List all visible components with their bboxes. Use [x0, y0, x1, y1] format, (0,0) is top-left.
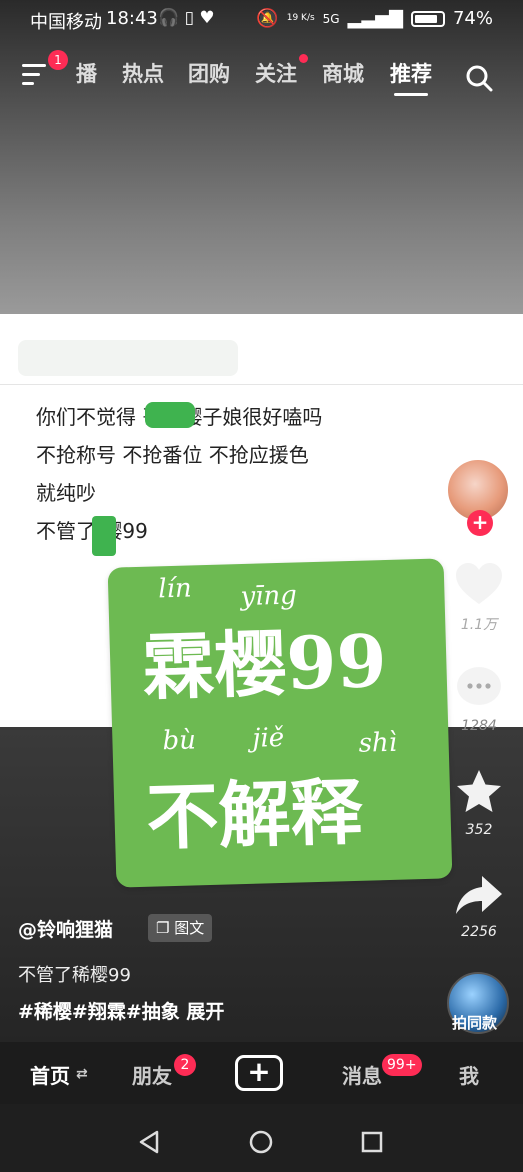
- post-line: 就纯吵: [36, 481, 96, 505]
- mute-icon: 🔕: [256, 8, 279, 29]
- friends-badge: 2: [174, 1054, 196, 1076]
- battery-percent: 74%: [452, 8, 493, 29]
- star-icon[interactable]: [452, 766, 506, 820]
- heart-icon[interactable]: [452, 558, 506, 612]
- share-icon[interactable]: [452, 868, 506, 922]
- divider: [0, 384, 523, 385]
- top-nav: 1 播 热点 团购 关注 商城 推荐: [0, 48, 523, 104]
- sticker-image: lín yīng 霖樱99 bù jiě shì 不解释: [107, 558, 453, 888]
- carrier-label: 中国移动: [30, 12, 102, 33]
- recents-icon[interactable]: [361, 1131, 383, 1153]
- hashtags[interactable]: #稀樱#翔霖#抽象 展开: [18, 997, 224, 1024]
- post-line: 不抢称号 不抢番位 不抢应援色: [36, 443, 309, 467]
- same-style-label[interactable]: 拍同款: [452, 1012, 497, 1033]
- battery-icon: [410, 10, 445, 27]
- censor-mark: [92, 516, 116, 556]
- card-header: [18, 340, 238, 376]
- signal-icon: ▂▃▅▇: [347, 8, 403, 29]
- back-icon[interactable]: [138, 1130, 160, 1154]
- system-nav-bar: [0, 1104, 523, 1172]
- network-type: 5G: [322, 11, 340, 26]
- sticker-pinyin: jiě: [252, 722, 285, 754]
- favorites-count: 352: [465, 822, 493, 838]
- refresh-icon: ⇄: [76, 1066, 88, 1082]
- sticker-pinyin: shì: [358, 727, 398, 759]
- post-type-badge: ❐ 图文: [148, 914, 213, 942]
- tab-following[interactable]: 关注: [255, 58, 297, 88]
- sticker-pinyin: bù: [162, 725, 197, 757]
- nav-me[interactable]: 我: [459, 1060, 479, 1089]
- image-text-icon: ❐: [156, 919, 170, 937]
- headphone-icon: 🎧 ▯ ♥: [158, 8, 215, 28]
- likes-count: 1.1万: [460, 617, 498, 633]
- bottom-nav: 首页 ⇄ 朋友 2 + 消息 99+ 我: [0, 1042, 523, 1104]
- nav-home[interactable]: 首页: [30, 1060, 70, 1089]
- status-indicators: 🔕 19 K/s 5G ▂▃▅▇ 74%: [256, 8, 493, 29]
- sticker-text: 不解释: [145, 768, 364, 860]
- clock-time: 18:43: [106, 8, 158, 29]
- post-type-label: 图文: [174, 919, 205, 937]
- tab-recommended[interactable]: 推荐: [390, 58, 432, 96]
- comments-count: 1284: [461, 718, 497, 734]
- menu-badge: 1: [48, 50, 68, 70]
- tab-mall[interactable]: 商城: [322, 58, 364, 88]
- shares-count: 2256: [461, 924, 497, 940]
- nav-messages[interactable]: 消息: [342, 1060, 382, 1089]
- post-line: 不管了 樱99: [36, 519, 148, 543]
- sticker-pinyin: lín: [157, 573, 193, 605]
- censor-mark: [145, 402, 195, 428]
- tab-hot[interactable]: 热点: [122, 58, 164, 88]
- tab-live[interactable]: 播: [76, 58, 97, 88]
- menu-icon[interactable]: [22, 64, 46, 85]
- nav-friends[interactable]: 朋友: [132, 1060, 172, 1089]
- network-speed: 19 K/s: [286, 13, 315, 23]
- caption-text: 不管了稀樱99: [18, 965, 131, 986]
- tab-group-buy[interactable]: 团购: [188, 58, 230, 88]
- follow-button[interactable]: +: [467, 510, 493, 536]
- author-name[interactable]: @铃响狸猫: [18, 915, 113, 942]
- home-icon[interactable]: [249, 1130, 273, 1154]
- create-button[interactable]: +: [235, 1055, 283, 1091]
- sticker-text: 霖樱99: [141, 618, 388, 710]
- search-icon[interactable]: [465, 64, 493, 92]
- comment-icon[interactable]: [452, 662, 506, 716]
- following-dot: [299, 54, 308, 63]
- messages-badge: 99+: [382, 1054, 422, 1076]
- status-bar: 中国移动 18:43 🎧 ▯ ♥ 🔕 19 K/s 5G ▂▃▅▇ 74%: [0, 0, 523, 38]
